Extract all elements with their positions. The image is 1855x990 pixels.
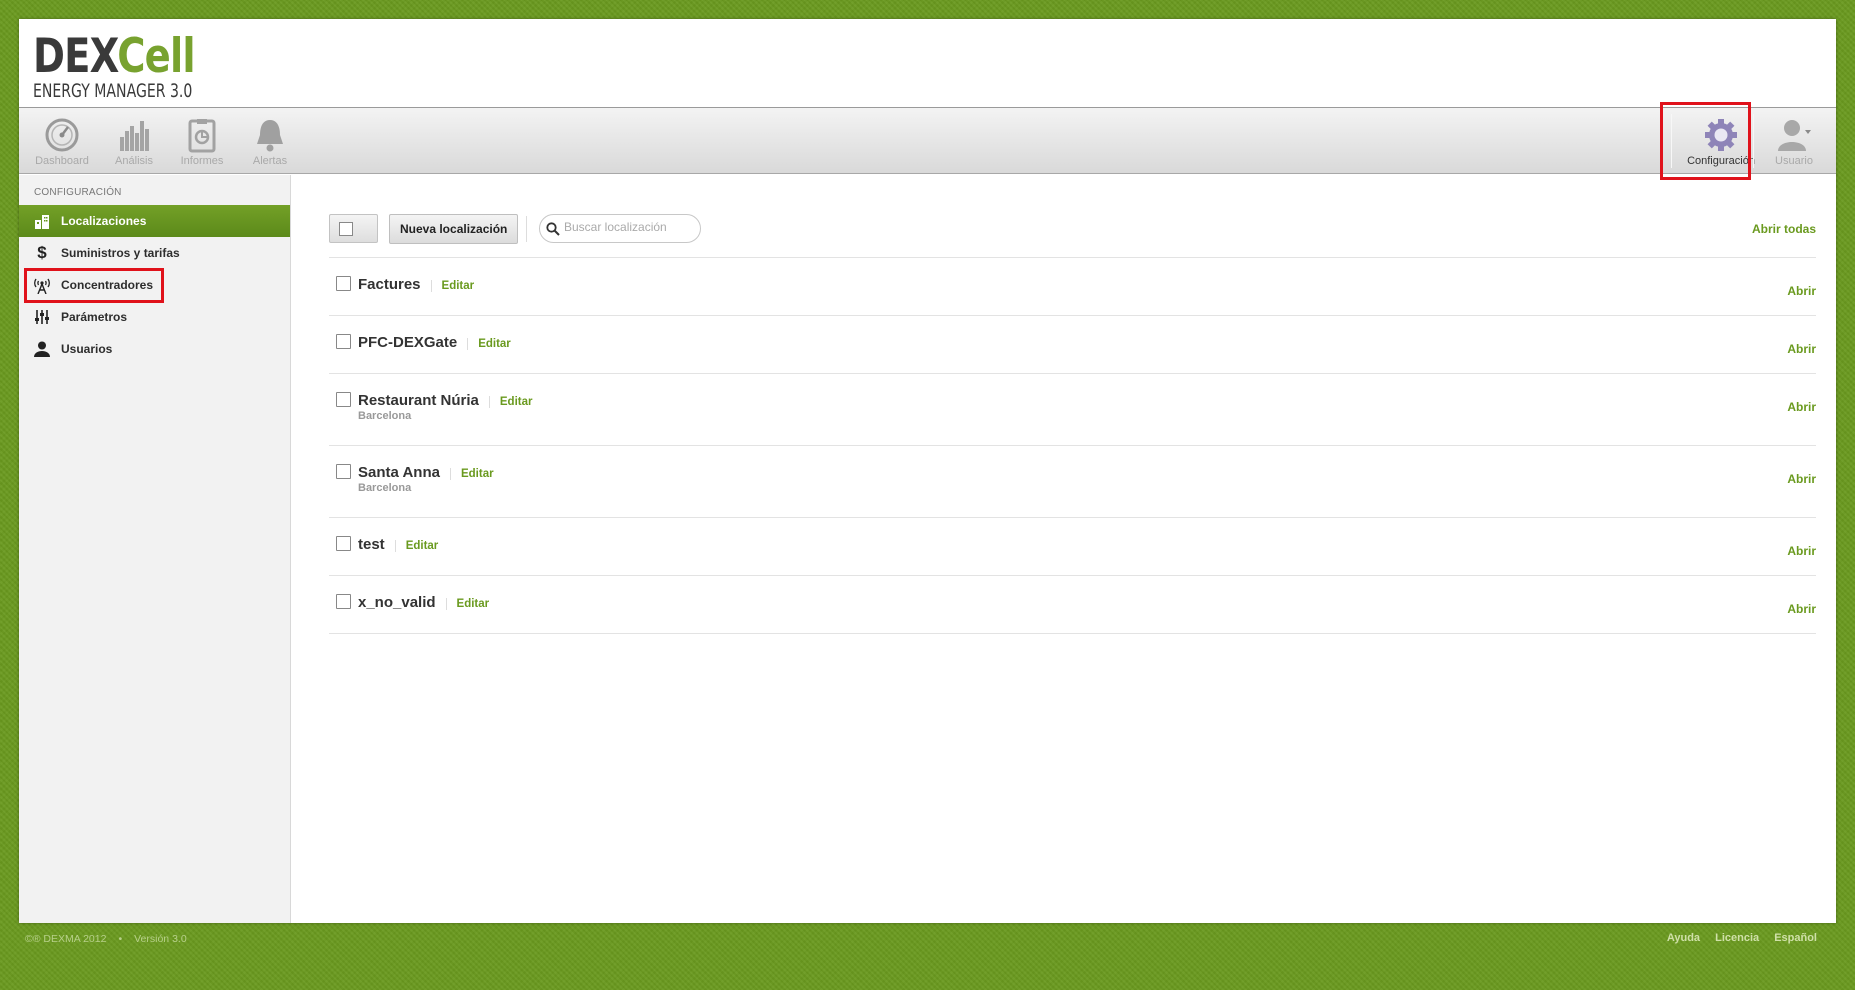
open-all-link[interactable]: Abrir todas <box>1752 222 1816 236</box>
sidebar-item-usuarios[interactable]: Usuarios <box>19 333 290 365</box>
alerts-bell-icon <box>257 120 283 152</box>
search-box <box>539 214 701 243</box>
analysis-bars-icon <box>120 121 149 151</box>
footer-separator: • <box>118 933 123 945</box>
open-link[interactable]: Abrir <box>1787 284 1816 298</box>
toolbar-reports-label: Informes <box>180 155 224 167</box>
locations-list: Factures Editar Abrir PFC-DEXGate Editar A… <box>329 257 1816 634</box>
sidebar-item-label: Parámetros <box>61 310 128 324</box>
toolbar-divider <box>1753 114 1754 168</box>
dashboard-gauge-icon <box>45 118 79 152</box>
sidebar-item-label: Suministros y tarifas <box>61 246 180 260</box>
logo-subtitle: ENERGY MANAGER 3.0 <box>33 80 193 102</box>
toolbar-dashboard[interactable]: Dashboard <box>27 117 97 167</box>
edit-link[interactable]: Editar <box>488 396 533 408</box>
list-item: Santa Anna Editar Barcelona Abrir <box>329 446 1816 518</box>
help-link[interactable]: Ayuda <box>1667 932 1700 944</box>
list-item: x_no_valid Editar Abrir <box>329 576 1816 634</box>
open-link[interactable]: Abrir <box>1787 472 1816 486</box>
logo-wordmark: DEXCell <box>33 29 196 84</box>
toolbar-dashboard-label: Dashboard <box>35 155 89 167</box>
location-name[interactable]: PFC-DEXGate <box>358 334 457 351</box>
person-icon <box>33 340 51 358</box>
row-checkbox[interactable] <box>336 594 351 609</box>
sidebar-item-label: Localizaciones <box>61 214 147 228</box>
list-item: Restaurant Núria Editar Barcelona Abrir <box>329 374 1816 446</box>
sidebar-item-concentradores[interactable]: Concentradores <box>19 268 290 303</box>
toolbar-user-label: Usuario <box>1775 155 1813 167</box>
location-name[interactable]: test <box>358 536 385 553</box>
highlight-box-configuracion <box>1660 102 1751 180</box>
edit-link[interactable]: Editar <box>430 280 475 292</box>
open-link[interactable]: Abrir <box>1787 544 1816 558</box>
location-name[interactable]: Restaurant Núria <box>358 392 479 409</box>
dexcell-logo[interactable]: DEXCell ENERGY MANAGER 3.0 <box>33 29 248 102</box>
sidebar-item-label: Usuarios <box>61 342 113 356</box>
toolbar-user[interactable]: Usuario <box>1759 117 1829 167</box>
toolbar-analysis-label: Análisis <box>115 155 153 167</box>
edit-link[interactable]: Editar <box>394 540 439 552</box>
version-text: Versión 3.0 <box>134 933 187 945</box>
license-link[interactable]: Licencia <box>1715 932 1759 944</box>
open-link[interactable]: Abrir <box>1787 400 1816 414</box>
locations-panel: Nueva localización Abrir todas Factures E… <box>292 175 1836 923</box>
row-checkbox[interactable] <box>336 464 351 479</box>
reports-clipboard-icon <box>188 119 216 153</box>
list-item: PFC-DEXGate Editar Abrir <box>329 316 1816 374</box>
app-window: DEXCell ENERGY MANAGER 3.0 Dashboard Aná… <box>19 19 1836 923</box>
list-item: test Editar Abrir <box>329 518 1816 576</box>
dollar-icon: $ <box>37 243 47 262</box>
search-icon <box>546 222 560 236</box>
location-name[interactable]: x_no_valid <box>358 594 436 611</box>
location-name[interactable]: Factures <box>358 276 421 293</box>
toolbar-reports[interactable]: Informes <box>167 117 237 167</box>
list-item: Factures Editar Abrir <box>329 258 1816 316</box>
sidebar-heading: CONFIGURACIÓN <box>34 187 122 198</box>
new-location-button[interactable]: Nueva localización <box>389 214 519 244</box>
sidebar-item-parametros[interactable]: Parámetros <box>19 301 290 333</box>
buildings-icon <box>33 212 51 230</box>
sidebar-item-suministros[interactable]: $ Suministros y tarifas <box>19 237 290 269</box>
location-city: Barcelona <box>358 410 412 422</box>
edit-link[interactable]: Editar <box>467 338 511 350</box>
user-dropdown-icon <box>1778 120 1811 151</box>
select-all-checkbox[interactable] <box>339 222 353 236</box>
open-link[interactable]: Abrir <box>1787 342 1816 356</box>
edit-link[interactable]: Editar <box>445 598 490 610</box>
row-checkbox[interactable] <box>336 334 351 349</box>
action-divider <box>526 216 527 242</box>
location-name[interactable]: Santa Anna <box>358 464 440 481</box>
toolbar-analysis[interactable]: Análisis <box>99 117 169 167</box>
location-city: Barcelona <box>358 482 412 494</box>
highlight-box-concentradores <box>24 268 164 303</box>
search-input[interactable] <box>564 220 694 234</box>
action-bar: Nueva localización Abrir todas <box>329 214 1816 244</box>
toolbar-alerts-label: Alertas <box>252 155 288 167</box>
copyright-text: ©® DEXMA 2012 <box>25 933 107 945</box>
select-all-button[interactable] <box>329 214 378 243</box>
language-link[interactable]: Español <box>1774 932 1817 944</box>
row-checkbox[interactable] <box>336 392 351 407</box>
toolbar-alerts[interactable]: Alertas <box>235 117 305 167</box>
open-link[interactable]: Abrir <box>1787 602 1816 616</box>
sidebar-item-localizaciones[interactable]: Localizaciones <box>19 205 290 237</box>
row-checkbox[interactable] <box>336 536 351 551</box>
edit-link[interactable]: Editar <box>449 468 494 480</box>
sliders-icon <box>33 308 51 326</box>
config-sidebar: CONFIGURACIÓN Localizaciones $ Suministr… <box>19 175 291 923</box>
main-toolbar: Dashboard Análisis Informes Alertas Conf… <box>19 108 1836 174</box>
footer-info: ©® DEXMA 2012 • Versión 3.0 <box>25 933 187 945</box>
row-checkbox[interactable] <box>336 276 351 291</box>
footer-links: Ayuda Licencia Español <box>1655 932 1817 944</box>
logo-header: DEXCell ENERGY MANAGER 3.0 <box>19 19 1836 108</box>
